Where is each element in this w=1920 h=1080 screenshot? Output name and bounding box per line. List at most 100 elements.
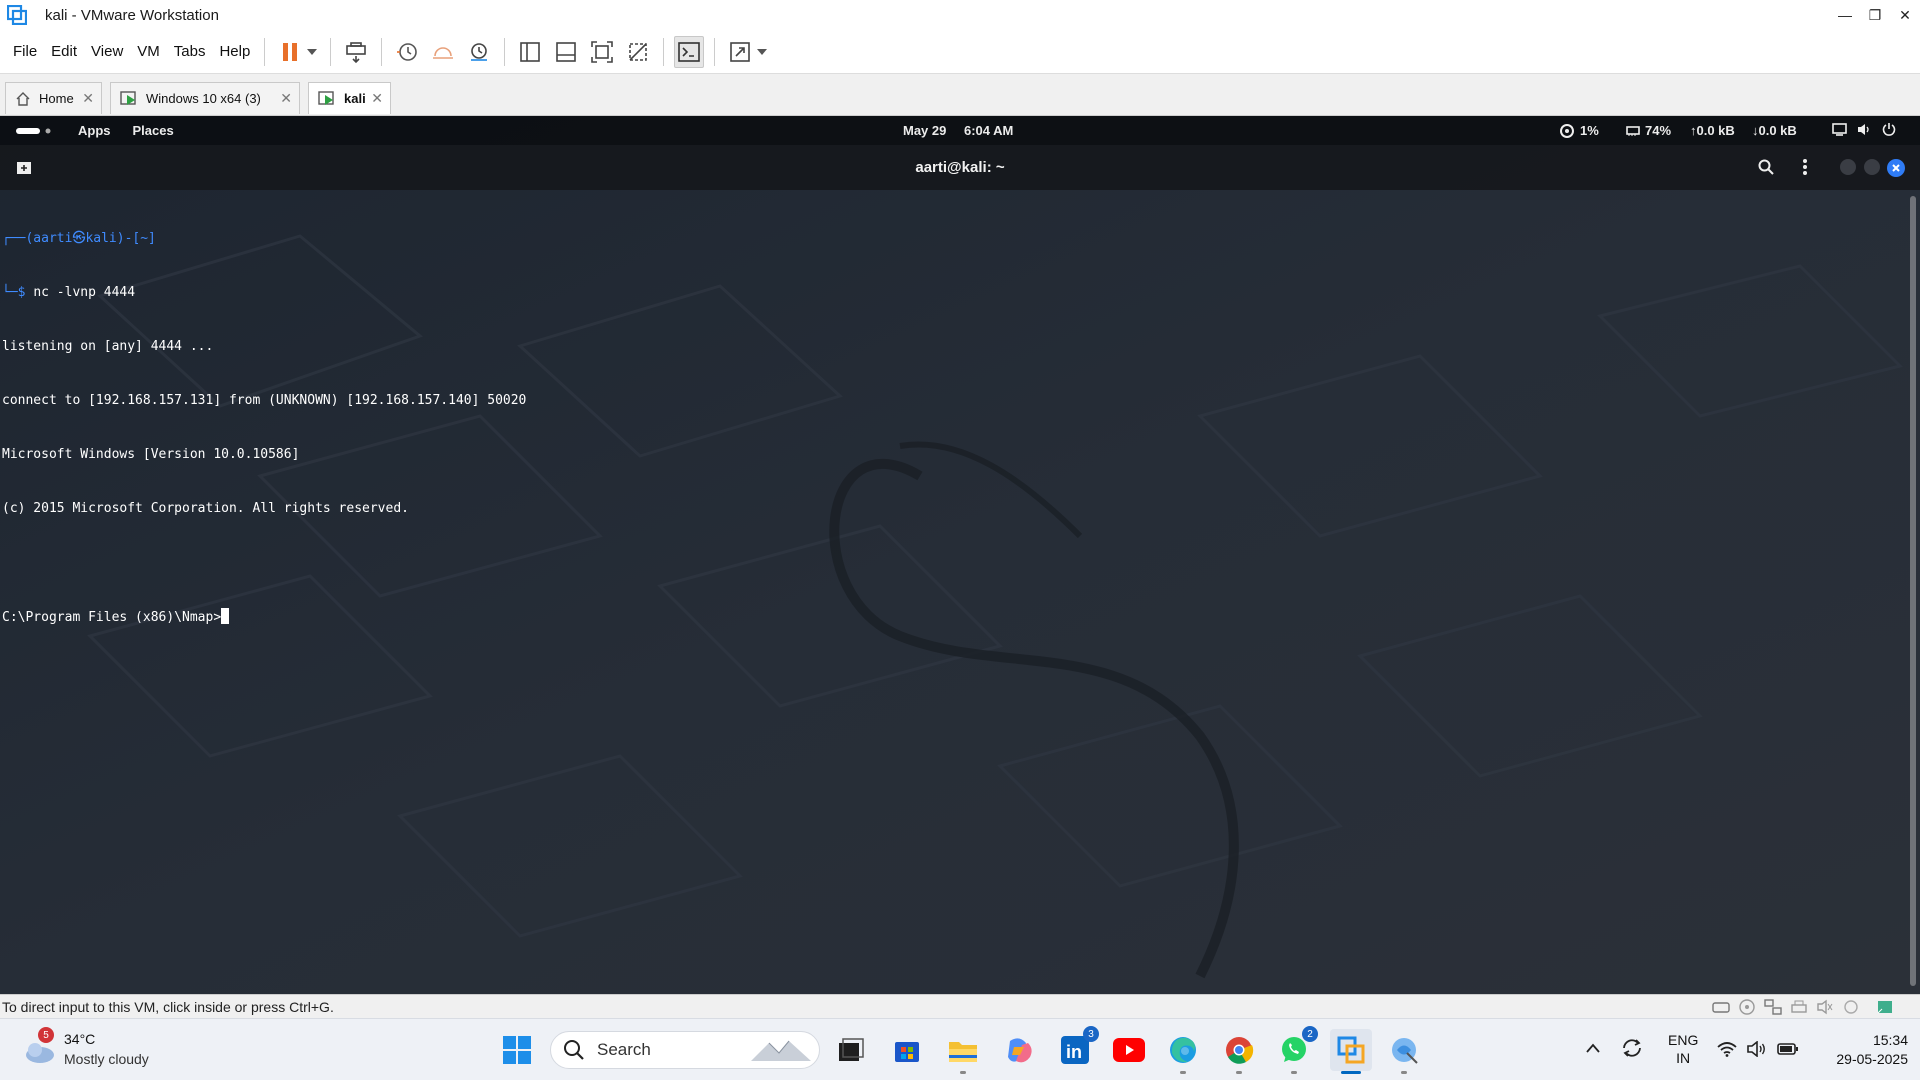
show-hidden-icons-icon[interactable] (1585, 1041, 1601, 1059)
vm-running-icon (318, 90, 336, 107)
taskbar-search-box[interactable]: Search (550, 1031, 820, 1069)
terminal-output[interactable]: ┌──(aarti㉿kali)-[~] └─$ nc -lvnp 4444 li… (0, 190, 1905, 994)
tab-label: Home (39, 91, 74, 106)
clock-date[interactable]: May 29 (903, 123, 946, 138)
cpu-indicator: 1% (1560, 123, 1599, 138)
tab-kali[interactable]: kali ✕ (308, 82, 391, 114)
revert-snapshot-icon[interactable] (428, 36, 458, 68)
vm-tab-bar: Home ✕ Windows 10 x64 (3) ✕ kali ✕ (0, 74, 1920, 116)
tab-label: Windows 10 x64 (3) (146, 91, 261, 106)
sound-card-icon (1817, 999, 1833, 1015)
full-screen-icon[interactable] (587, 36, 617, 68)
battery-icon (1777, 1043, 1798, 1055)
weather-temp[interactable]: 34°C (64, 1031, 95, 1047)
maximize-terminal-icon[interactable] (1864, 159, 1880, 180)
whatsapp-badge: 2 (1302, 1026, 1318, 1042)
output-line: Microsoft Windows [Version 10.0.10586] (2, 447, 300, 462)
running-indicator (1401, 1071, 1407, 1074)
vmware-taskbar-icon[interactable] (1330, 1029, 1372, 1074)
menu-vm[interactable]: VM (130, 43, 167, 60)
file-explorer-icon[interactable] (945, 1032, 981, 1074)
weather-widget-icon[interactable]: 5 (20, 1027, 60, 1067)
tab-home[interactable]: Home ✕ (5, 82, 102, 114)
memory-icon (1626, 125, 1640, 136)
search-icon[interactable] (1758, 159, 1774, 180)
input-language[interactable]: ENG IN (1668, 1031, 1698, 1067)
minimize-button[interactable]: — (1830, 0, 1860, 30)
minimize-terminal-icon[interactable] (1840, 159, 1856, 180)
message-log-icon (1877, 1001, 1892, 1014)
stretch-guest-icon[interactable] (725, 36, 755, 68)
remote-desktop-icon[interactable] (1386, 1032, 1422, 1074)
cpu-usage: 1% (1580, 123, 1599, 138)
running-indicator (960, 1071, 966, 1074)
running-indicator (1236, 1071, 1242, 1074)
prompt-user: (aarti㉿kali)-[~] (25, 231, 156, 246)
clock-time[interactable]: 6:04 AM (964, 123, 1013, 138)
console-view-icon[interactable] (674, 35, 705, 68)
net-down-value: 0.0 kB (1758, 123, 1797, 138)
search-placeholder: Search (597, 1040, 651, 1059)
restore-button[interactable]: ❐ (1860, 0, 1890, 30)
search-icon (564, 1040, 584, 1060)
volume-icon[interactable] (1857, 123, 1872, 139)
close-tab-icon[interactable]: ✕ (82, 90, 94, 107)
close-tab-icon[interactable]: ✕ (371, 90, 383, 107)
menu-help[interactable]: Help (212, 43, 257, 60)
status-text: To direct input to this VM, click inside… (2, 998, 334, 1015)
edge-icon[interactable] (1165, 1032, 1201, 1074)
start-button[interactable] (499, 1032, 535, 1068)
menu-edit[interactable]: Edit (44, 43, 84, 60)
copilot-icon[interactable] (1001, 1032, 1037, 1068)
unity-mode-icon[interactable] (623, 36, 653, 68)
net-down-indicator: ↓0.0 kB (1752, 123, 1797, 138)
task-view-icon[interactable] (833, 1032, 869, 1068)
apps-menu[interactable]: Apps (78, 123, 111, 138)
sync-icon[interactable] (1620, 1037, 1644, 1064)
chrome-icon[interactable] (1221, 1032, 1257, 1074)
taskbar-clock[interactable]: 15:34 29-05-2025 (1818, 1031, 1908, 1069)
snapshot-icon[interactable] (392, 36, 422, 68)
power-dropdown-icon[interactable] (304, 36, 320, 68)
close-terminal-icon[interactable] (1887, 159, 1905, 182)
wifi-icon (1717, 1042, 1737, 1057)
clock-time: 15:34 (1872, 1032, 1908, 1048)
net-up-indicator: ↑0.0 kB (1690, 123, 1735, 138)
linkedin-icon[interactable]: in 3 (1057, 1026, 1099, 1068)
tab-windows10[interactable]: Windows 10 x64 (3) ✕ (110, 82, 300, 114)
window-title: kali - VMware Workstation (45, 6, 219, 24)
snapshot-manager-icon[interactable] (464, 36, 494, 68)
cpu-icon (1560, 123, 1574, 138)
pause-vm-button[interactable] (275, 36, 305, 68)
weather-condition[interactable]: Mostly cloudy (64, 1051, 149, 1067)
command-line: └─$ nc -lvnp 4444 (2, 285, 136, 300)
show-library-icon[interactable] (515, 36, 545, 68)
stretch-dropdown-icon[interactable] (754, 36, 770, 68)
vm-display[interactable]: Apps Places May 29 6:04 AM 1% 74% ↑0.0 k… (0, 116, 1920, 994)
close-window-button[interactable]: ✕ (1890, 0, 1920, 30)
system-tray[interactable] (1717, 1041, 1799, 1057)
terminal-scrollbar[interactable] (1910, 196, 1916, 986)
send-ctrl-alt-del-icon[interactable] (341, 36, 371, 68)
menu-view[interactable]: View (84, 43, 130, 60)
cd-rom-icon (1739, 999, 1755, 1015)
microsoft-store-icon[interactable] (889, 1032, 925, 1068)
svg-text:in: in (1066, 1042, 1082, 1062)
menu-kebab-icon[interactable] (1802, 158, 1808, 181)
places-menu[interactable]: Places (133, 123, 174, 138)
show-thumbnail-bar-icon[interactable] (551, 36, 581, 68)
menu-file[interactable]: File (6, 43, 44, 60)
activities-indicator-icon[interactable] (16, 127, 54, 135)
close-tab-icon[interactable]: ✕ (280, 90, 292, 107)
menu-tabs[interactable]: Tabs (167, 43, 213, 60)
youtube-icon[interactable] (1111, 1032, 1147, 1068)
current-prompt-line: C:\Program Files (x86)\Nmap> (2, 608, 1905, 626)
display-icon[interactable] (1832, 122, 1847, 139)
whatsapp-icon[interactable]: 2 (1276, 1026, 1318, 1074)
power-icon[interactable] (1882, 122, 1896, 139)
new-tab-icon[interactable] (16, 159, 32, 180)
kali-top-panel: Apps Places May 29 6:04 AM 1% 74% ↑0.0 k… (0, 116, 1920, 145)
weather-badge: 5 (38, 1027, 54, 1043)
search-highlight-icon (751, 1040, 811, 1061)
